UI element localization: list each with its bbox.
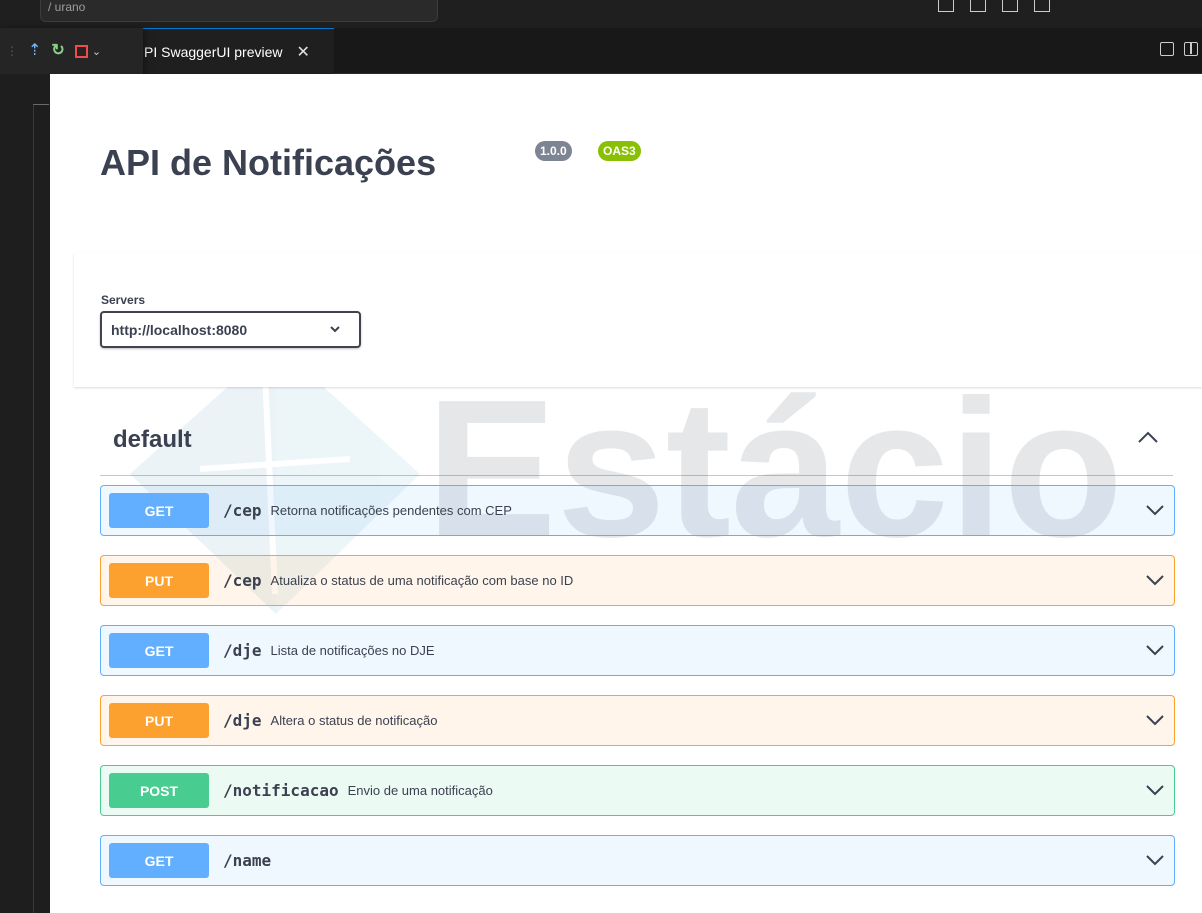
servers-selected-value: http://localhost:8080	[111, 321, 248, 338]
chevron-down-icon[interactable]	[1146, 713, 1164, 727]
tab-swagger-preview[interactable]: PI SwaggerUI preview ✕	[132, 28, 334, 74]
operation-summary: Lista de notificações no DJE	[270, 643, 435, 658]
step-out-icon[interactable]: ⇡	[28, 43, 41, 59]
command-center[interactable]	[40, 0, 438, 22]
chevron-down-icon	[330, 326, 340, 333]
operation-post-notificacao[interactable]: POST /notificacao Envio de uma notificaç…	[100, 765, 1175, 816]
operation-path: /dje	[223, 711, 262, 730]
tab-label: PI SwaggerUI preview	[144, 43, 283, 60]
operation-summary: Retorna notificações pendentes com CEP	[270, 503, 512, 518]
method-badge: GET	[109, 633, 209, 668]
servers-select[interactable]: http://localhost:8080	[100, 311, 361, 348]
version-badge: 1.0.0	[535, 141, 572, 161]
gutter-marker	[33, 104, 49, 105]
debug-toolbar: ⋮ ⇡ ↻ ⌄	[0, 28, 143, 74]
tag-name: default	[113, 426, 192, 453]
toggle-primary-sidebar-icon[interactable]	[938, 0, 954, 12]
method-badge: GET	[109, 843, 209, 878]
customize-layout-icon[interactable]	[1034, 0, 1050, 12]
gutter-divider	[33, 104, 34, 913]
operation-path: /cep	[223, 501, 262, 520]
operation-get-dje[interactable]: GET /dje Lista de notificações no DJE	[100, 625, 1175, 676]
operation-get-name[interactable]: GET /name	[100, 835, 1175, 886]
editor-actions	[1160, 42, 1198, 56]
operation-summary: Altera o status de notificação	[270, 713, 438, 728]
operation-put-cep[interactable]: PUT /cep Atualiza o status de uma notifi…	[100, 555, 1175, 606]
operation-summary: Envio de uma notificação	[347, 783, 493, 798]
api-title: API de Notificações	[100, 142, 437, 183]
operation-put-dje[interactable]: PUT /dje Altera o status de notificação	[100, 695, 1175, 746]
chevron-down-icon[interactable]	[1146, 503, 1164, 517]
operation-get-cep[interactable]: GET /cep Retorna notificações pendentes …	[100, 485, 1175, 536]
method-badge: GET	[109, 493, 209, 528]
editor-tab-bar: PI SwaggerUI preview ✕	[0, 28, 1202, 74]
method-badge: PUT	[109, 703, 209, 738]
open-preview-icon[interactable]	[1160, 42, 1174, 56]
drag-handle-icon[interactable]: ⋮	[6, 43, 18, 59]
operation-summary: Atualiza o status de uma notificação com…	[270, 573, 574, 588]
chevron-down-icon[interactable]: ⌄	[92, 45, 101, 58]
toggle-secondary-sidebar-icon[interactable]	[1002, 0, 1018, 12]
method-badge: POST	[109, 773, 209, 808]
layout-controls	[938, 0, 1050, 16]
oas-badge: OAS3	[598, 141, 641, 161]
toggle-panel-icon[interactable]	[970, 0, 986, 12]
chevron-down-icon[interactable]	[1146, 643, 1164, 657]
swagger-preview: Estácio API de Notificações 1.0.0 OAS3 S…	[50, 74, 1202, 913]
command-center-text: / urano	[48, 0, 86, 14]
operation-path: /cep	[223, 571, 262, 590]
stop-icon[interactable]	[74, 44, 88, 58]
operation-path: /dje	[223, 641, 262, 660]
chevron-down-icon[interactable]	[1146, 783, 1164, 797]
close-icon[interactable]: ✕	[297, 42, 310, 62]
chevron-down-icon[interactable]	[1146, 573, 1164, 587]
method-badge: PUT	[109, 563, 209, 598]
servers-panel: Servers http://localhost:8080	[74, 253, 1202, 387]
tag-section-header[interactable]: default	[100, 422, 1173, 476]
restart-icon[interactable]: ↻	[51, 43, 64, 59]
chevron-up-icon[interactable]	[1137, 430, 1159, 446]
split-editor-icon[interactable]	[1184, 42, 1198, 56]
operation-path: /notificacao	[223, 781, 339, 800]
editor-title-bar: / urano	[0, 0, 1202, 28]
editor-gutter	[0, 74, 50, 913]
chevron-down-icon[interactable]	[1146, 853, 1164, 867]
servers-label: Servers	[101, 293, 146, 307]
operation-path: /name	[223, 851, 272, 870]
